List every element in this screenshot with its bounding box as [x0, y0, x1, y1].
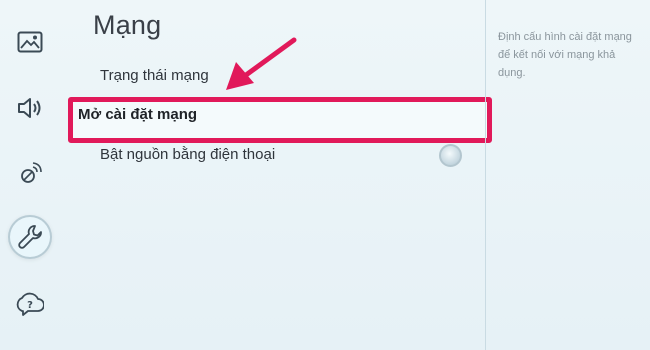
picture-icon[interactable]: [8, 20, 52, 64]
support-icon[interactable]: ?: [8, 282, 52, 326]
power-on-toggle[interactable]: [439, 144, 462, 167]
wrench-icon[interactable]: [8, 215, 52, 259]
broadcast-icon[interactable]: [8, 152, 52, 196]
page-title: Mạng: [93, 10, 162, 40]
panel-divider: [485, 0, 486, 350]
sound-icon[interactable]: [8, 86, 52, 130]
menu-item-open-network-settings[interactable]: Mở cài đặt mạng: [78, 106, 197, 123]
svg-text:?: ?: [27, 300, 33, 311]
menu-item-network-status[interactable]: Trạng thái mạng: [100, 67, 209, 84]
menu-item-power-on-with-phone[interactable]: Bật nguồn bằng điện thoại: [100, 146, 275, 163]
sidebar: ?: [0, 0, 62, 350]
help-description: Định cấu hình cài đặt mạng để kết nối vớ…: [498, 31, 632, 79]
